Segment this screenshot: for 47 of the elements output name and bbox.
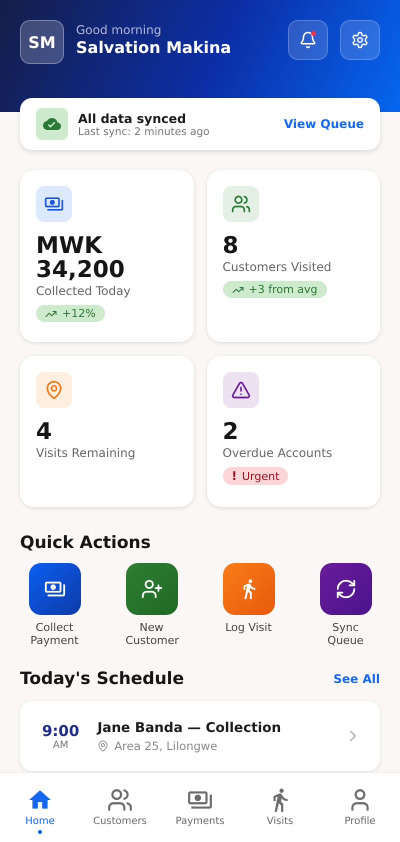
- cloud-check-icon: [36, 108, 68, 140]
- schedule-title: Jane Banda — Collection: [97, 720, 282, 736]
- quick-action-button[interactable]: Collect Payment: [6, 563, 103, 647]
- nav-tab[interactable]: Home: [0, 787, 80, 842]
- urgent-badge: ! Urgent: [222, 467, 288, 485]
- trend-badge: +3 from avg: [222, 281, 327, 298]
- stat-label: Overdue Accounts: [222, 446, 334, 460]
- greeting: Good morning: [76, 23, 162, 37]
- schedule-time: 9:00: [42, 722, 80, 740]
- quick-action-button[interactable]: Sync Queue: [297, 563, 394, 647]
- stat-value: 8: [222, 234, 240, 258]
- users-icon: [107, 787, 133, 813]
- location-pin-icon: [36, 372, 72, 408]
- schedule-card[interactable]: 9:00 AM Jane Banda — Collection Area 25, Lilongwe: [20, 701, 380, 771]
- avatar: SM: [20, 20, 64, 64]
- add-user-icon: [140, 578, 162, 600]
- quick-action-button[interactable]: New Customer: [103, 563, 200, 647]
- section-title: Today's Schedule: [20, 669, 184, 689]
- nav-tab[interactable]: Profile: [320, 787, 400, 842]
- section-title: Quick Actions: [20, 533, 151, 553]
- stat-label: Collected Today: [36, 284, 132, 298]
- location-pin-icon: [97, 740, 110, 752]
- stat-label: Visits Remaining: [36, 446, 136, 460]
- stat-value: 2: [222, 420, 240, 444]
- settings-button[interactable]: [340, 20, 380, 60]
- sync-title: All data synced: [78, 110, 188, 126]
- nav-tab[interactable]: Customers: [80, 787, 160, 842]
- schedule-period: AM: [52, 740, 68, 750]
- users-icon: [222, 186, 258, 222]
- settings-icon: [351, 31, 369, 49]
- sync-icon: [334, 578, 356, 600]
- quick-action-button[interactable]: Log Visit: [200, 563, 297, 647]
- schedule-location: Area 25, Lilongwe: [114, 738, 218, 752]
- stat-value: 4: [36, 420, 54, 444]
- trend-badge: +12%: [36, 305, 105, 322]
- warning-icon: [222, 372, 258, 408]
- nav-tab[interactable]: Payments: [160, 787, 240, 842]
- money-icon: [36, 186, 72, 222]
- stat-label: Customers Visited: [222, 260, 332, 274]
- user-name: Salvation Makina: [76, 38, 232, 57]
- notifications-button[interactable]: [288, 20, 328, 60]
- stat-value: MWK 34,200: [36, 234, 126, 282]
- view-queue-link[interactable]: View Queue: [284, 117, 364, 131]
- nav-tab[interactable]: Visits: [240, 787, 320, 842]
- see-all-link[interactable]: See All: [333, 672, 380, 686]
- bell-icon: [299, 31, 317, 49]
- sync-time: Last sync: 2 minutes ago: [78, 126, 211, 138]
